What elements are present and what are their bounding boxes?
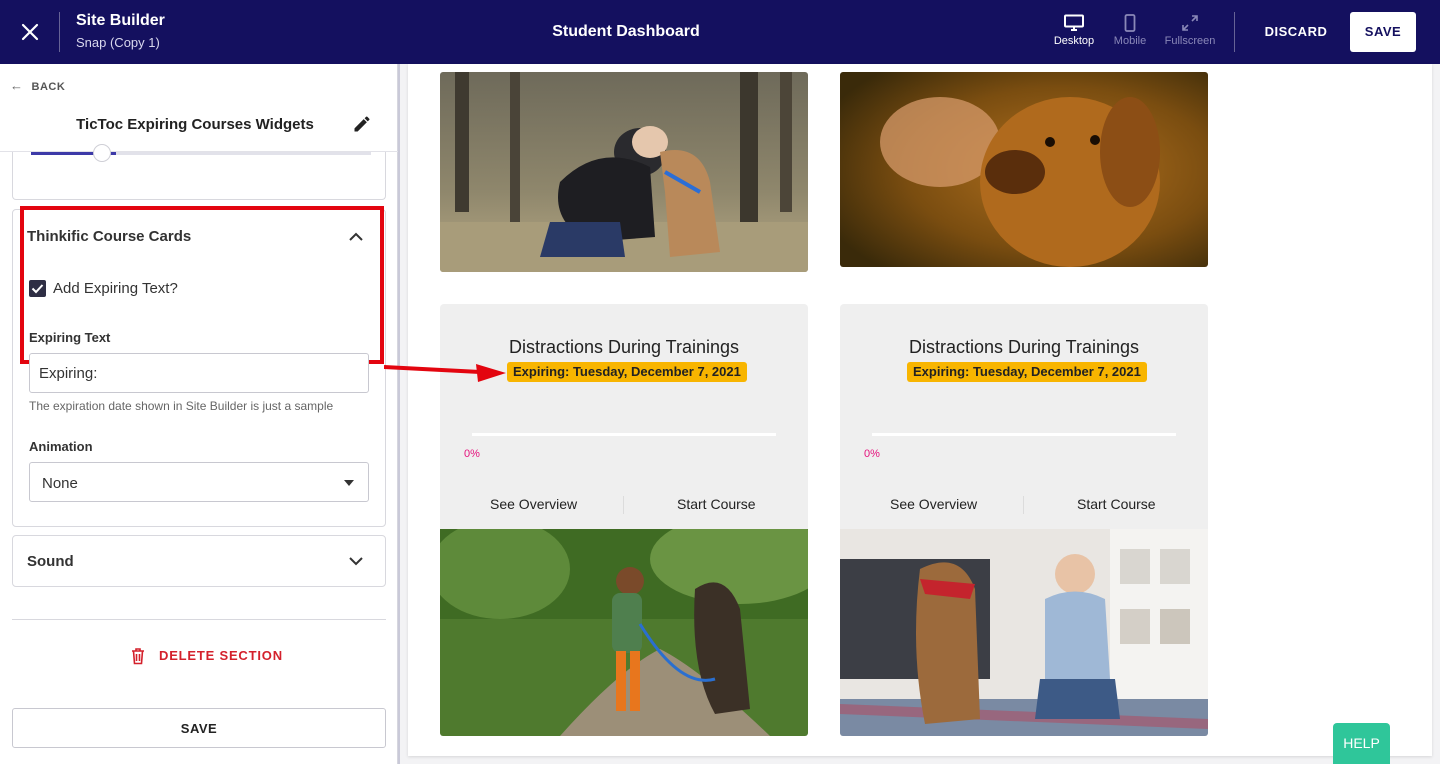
progress-percent: 0% bbox=[464, 448, 480, 460]
sound-title: Sound bbox=[27, 553, 74, 570]
progress-bar bbox=[872, 433, 1176, 436]
animation-value: None bbox=[42, 475, 78, 492]
annotation-arrow-icon bbox=[384, 364, 506, 382]
top-bar: Site Builder Snap (Copy 1) Student Dashb… bbox=[0, 0, 1440, 64]
see-overview-button[interactable]: See Overview bbox=[490, 496, 577, 512]
trash-icon bbox=[132, 648, 144, 665]
course-title: Distractions During Trainings bbox=[908, 337, 1140, 357]
save-button[interactable]: SAVE bbox=[1350, 12, 1416, 52]
panel-title: TicToc Expiring Courses Widgets bbox=[76, 116, 314, 133]
checkbox-label: Add Expiring Text? bbox=[53, 280, 178, 297]
divider bbox=[1234, 12, 1235, 52]
expiring-text-label: Expiring Text bbox=[29, 330, 111, 345]
progress-bar bbox=[472, 433, 776, 436]
sound-section[interactable]: Sound bbox=[12, 535, 386, 587]
start-course-button[interactable]: Start Course bbox=[677, 496, 756, 512]
animation-label: Animation bbox=[29, 439, 93, 454]
course-card: Distractions During Trainings Expiring: … bbox=[840, 304, 1208, 529]
expiry-badge: Expiring: Tuesday, December 7, 2021 bbox=[507, 362, 747, 382]
course-image-golden-dog bbox=[840, 72, 1208, 267]
start-course-button[interactable]: Start Course bbox=[1077, 496, 1156, 512]
checkmark-icon bbox=[31, 284, 44, 294]
mobile-view-button[interactable]: Mobile bbox=[1108, 14, 1152, 47]
progress-percent: 0% bbox=[864, 448, 880, 460]
back-label: BACK bbox=[31, 81, 66, 93]
help-button[interactable]: HELP bbox=[1333, 723, 1390, 764]
divider bbox=[623, 496, 624, 514]
course-image-woman-with-shepherd bbox=[840, 529, 1208, 736]
help-text: The expiration date shown in Site Builde… bbox=[29, 399, 334, 413]
mobile-label: Mobile bbox=[1113, 35, 1147, 47]
fullscreen-view-button[interactable]: Fullscreen bbox=[1160, 14, 1220, 47]
edit-pencil-icon[interactable] bbox=[352, 114, 372, 134]
desktop-view-button[interactable]: Desktop bbox=[1052, 14, 1096, 47]
course-title: Distractions During Trainings bbox=[508, 337, 740, 357]
previous-section-card bbox=[12, 144, 386, 200]
expiring-text-input[interactable] bbox=[29, 353, 369, 393]
course-card: Distractions During Trainings Expiring: … bbox=[440, 304, 808, 529]
divider bbox=[1023, 496, 1024, 514]
slider-handle[interactable] bbox=[93, 144, 111, 162]
divider bbox=[12, 619, 386, 620]
discard-button[interactable]: DISCARD bbox=[1256, 24, 1336, 39]
fullscreen-label: Fullscreen bbox=[1164, 35, 1216, 47]
caret-down-icon bbox=[344, 480, 354, 486]
delete-section-button[interactable]: DELETE SECTION bbox=[130, 648, 283, 665]
back-arrow-icon: ← bbox=[10, 78, 24, 93]
add-expiring-text-checkbox[interactable] bbox=[29, 280, 46, 297]
mobile-icon bbox=[1124, 14, 1136, 32]
see-overview-button[interactable]: See Overview bbox=[890, 496, 977, 512]
course-image-girl-training-dog bbox=[440, 529, 808, 736]
back-link[interactable]: ← BACK bbox=[10, 78, 65, 93]
animation-select[interactable]: None bbox=[29, 462, 369, 502]
divider bbox=[398, 64, 400, 764]
chevron-down-icon bbox=[349, 557, 363, 566]
desktop-label: Desktop bbox=[1053, 35, 1095, 47]
fullscreen-icon bbox=[1182, 15, 1198, 31]
site-preview: Distractions During Trainings Expiring: … bbox=[408, 64, 1432, 756]
desktop-icon bbox=[1064, 14, 1084, 31]
delete-label: DELETE SECTION bbox=[159, 648, 283, 663]
course-image-woman-with-dog bbox=[440, 72, 808, 272]
save-section-button[interactable]: SAVE bbox=[12, 708, 386, 748]
expiry-badge: Expiring: Tuesday, December 7, 2021 bbox=[907, 362, 1147, 382]
